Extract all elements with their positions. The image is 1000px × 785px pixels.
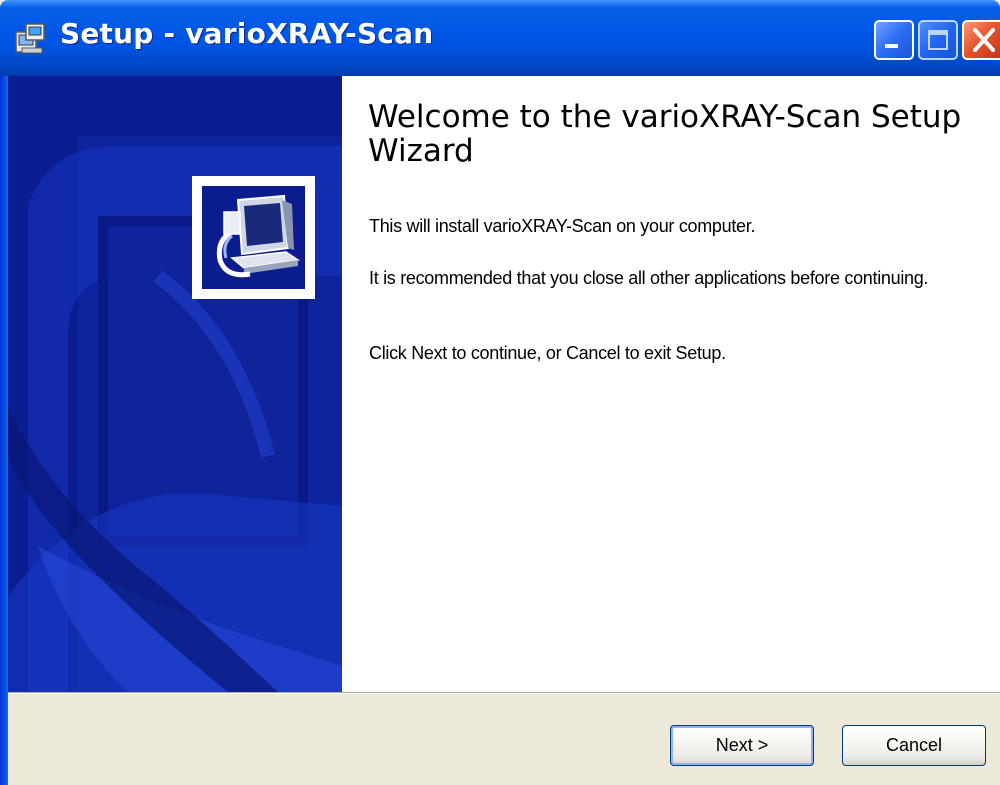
title-bar[interactable]: Setup - varioXRAY-Scan (0, 0, 1000, 76)
computer-install-icon (202, 186, 305, 289)
install-description: This will install varioXRAY-Scan on your… (369, 216, 756, 236)
welcome-heading: Welcome to the varioXRAY-Scan Setup Wiza… (368, 99, 962, 169)
setup-app-icon (15, 23, 45, 54)
next-button[interactable]: Next > (670, 725, 814, 766)
cancel-button[interactable]: Cancel (842, 725, 986, 766)
minimize-icon (885, 44, 898, 48)
wizard-content: Welcome to the varioXRAY-Scan Setup Wiza… (342, 76, 1000, 692)
close-button[interactable] (962, 20, 1000, 60)
wizard-side-image (8, 76, 342, 692)
next-cancel-instruction: Click Next to continue, or Cancel to exi… (369, 343, 726, 363)
maximize-icon (928, 30, 948, 50)
setup-logo (192, 176, 315, 299)
close-apps-recommendation: It is recommended that you close all oth… (369, 268, 929, 288)
window-frame-left (0, 76, 8, 785)
close-icon (973, 28, 995, 52)
window-title: Setup - varioXRAY-Scan (60, 17, 434, 50)
side-panel-graphic (8, 76, 342, 692)
setup-window: Setup - varioXRAY-Scan Welcome to the va… (0, 0, 1000, 785)
maximize-button[interactable] (918, 20, 958, 60)
minimize-button[interactable] (874, 20, 914, 60)
